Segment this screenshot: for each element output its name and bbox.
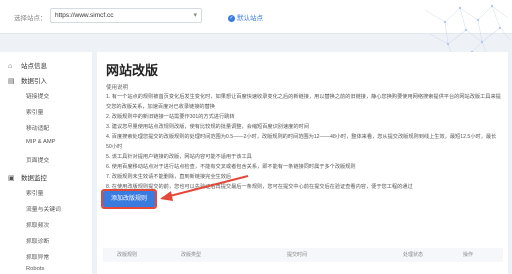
sidebar-item-mobile-adapt[interactable]: 移动适配 <box>26 123 49 132</box>
sidebar-item-page-submit[interactable]: 页面提交 <box>26 155 49 164</box>
instruction-item: 1. 有一个站点的规则被首页变化后发生变化时，如果想让百度快速收录变化之后的新链… <box>106 94 501 110</box>
usage-instructions-title: 使用说明 <box>106 85 129 91</box>
default-site-label: 默认站点 <box>237 15 263 22</box>
sidebar-section-data-monitor[interactable]: ▣ 数据监控 <box>8 172 47 182</box>
instruction-item: 2. 改版规则中的新旧链接一站需要作301的方式进行跳转 <box>106 114 235 120</box>
site-select-dropdown[interactable]: https://www.simcf.cc ▾ <box>50 8 202 23</box>
sidebar-section-label: 数据引入 <box>21 78 47 85</box>
default-site-icon: ✓ <box>228 14 235 22</box>
rules-table-header: 改版规则 改版类型 提交时间 处理状态 操作 <box>103 248 503 262</box>
chevron-down-icon: ▾ <box>193 12 197 19</box>
table-column-header: 处理状态 <box>403 252 424 258</box>
sidebar-item-crawl-diagnosis[interactable]: 抓取诊断 <box>26 236 49 245</box>
main-panel: 网站改版 使用说明 1. 有一个站点的规则被首页变化后发生变化时，如果想让百度快… <box>97 52 508 274</box>
sidebar-item-traffic-keywords[interactable]: 流量与关键词 <box>26 204 61 213</box>
sidebar-item-crawl-errors[interactable]: 抓取异常 <box>26 252 49 261</box>
sidebar: ⌂ 站点信息 ▤ 数据引入 链接提交 索引量 移动适配 MIP & AMP 页面提交… <box>0 52 92 274</box>
instruction-item: 4. 百度搜索处理您提交的改版规则的处理时间范围为0.5——2小时，改版规则的时… <box>106 134 497 150</box>
sidebar-item-crawl-frequency[interactable]: 抓取频次 <box>26 220 49 229</box>
sidebar-item-robots[interactable]: Robots <box>26 266 44 272</box>
default-site-link[interactable]: ✓ 默认站点 <box>228 12 263 22</box>
sidebar-item-label: 站点信息 <box>21 63 47 70</box>
home-icon: ⌂ <box>8 63 13 70</box>
usage-instructions-list: 1. 有一个站点的规则被首页变化后发生变化时，如果想让百度快速收录变化之后的新链… <box>106 92 501 192</box>
sidebar-section-label: 数据监控 <box>21 175 47 182</box>
document-icon: ▤ <box>8 78 15 85</box>
instruction-item: 6. 使用百度移动站点对于进行站点检查，不能有交叉或者包含关系，即不能有一条链接… <box>106 164 356 170</box>
instruction-item: 7. 改版规则未生效请不能删除，直到新链接完全生效后 <box>106 174 232 180</box>
instruction-item: 8. 在使用改版规则提交的前，您也可以先验证后再提交最后一条规则，您可在提交中心… <box>106 184 413 190</box>
table-column-header: 改版类型 <box>181 252 202 258</box>
sidebar-section-data-import[interactable]: ▤ 数据引入 <box>8 75 47 85</box>
table-column-header: 提交时间 <box>287 252 308 258</box>
monitor-icon: ▣ <box>8 175 15 182</box>
table-column-header: 改版规则 <box>117 252 138 258</box>
sidebar-item-link-submit[interactable]: 链接提交 <box>26 91 49 100</box>
site-select-label: 选择站点： <box>14 15 47 22</box>
add-redesign-rule-button[interactable]: 添加改版规则 <box>101 189 157 209</box>
sidebar-item-index[interactable]: 索引量 <box>26 107 43 116</box>
sidebar-item-site-info[interactable]: ⌂ 站点信息 <box>8 60 47 70</box>
site-select-value: https://www.simcf.cc <box>55 12 114 19</box>
instruction-item: 5. 该工具针对提用户链接的改版，网站内容可能不适用于该工具 <box>106 154 252 160</box>
instruction-item: 3. 建议您尽量使用站点改规则改版，使有比较规的批量调整，会缩短百度识别速度的时… <box>106 124 309 130</box>
sidebar-item-index-volume[interactable]: 索引量 <box>26 188 43 197</box>
page-title: 网站改版 <box>106 63 159 78</box>
table-column-header: 操作 <box>463 252 474 258</box>
sidebar-item-mip-amp[interactable]: MIP & AMP <box>26 139 56 145</box>
